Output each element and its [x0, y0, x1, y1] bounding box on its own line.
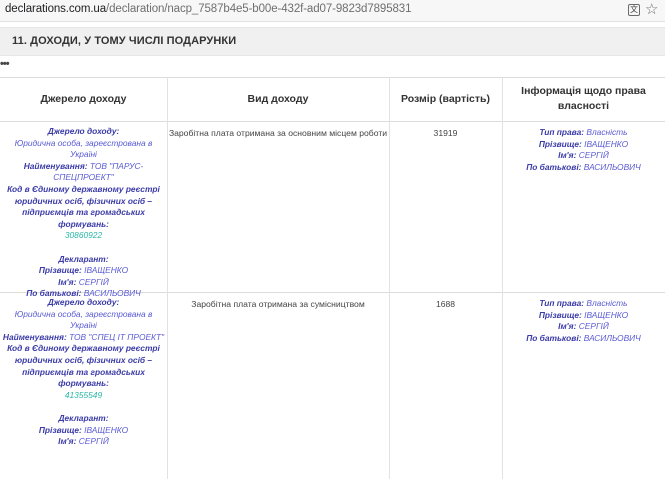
- label-owner-patronymic: По батькові:: [526, 332, 582, 343]
- table-row-1-amount: 31919: [433, 128, 458, 138]
- source-value: Юридична особа, зареєстрована в Україні: [14, 137, 153, 160]
- label-name: Найменування:: [2, 331, 67, 342]
- surname-value: ІВАЩЕНКО: [84, 265, 129, 276]
- url-text[interactable]: declarations.com.ua/declaration/nacp_758…: [5, 3, 412, 15]
- label-owner-first-name: Ім'я:: [558, 150, 577, 161]
- more-icon[interactable]: •••: [0, 58, 10, 70]
- owner-patronymic-value: ВАСИЛЬОВИЧ: [583, 161, 641, 172]
- table-row-2-source-cell: Джерело доходу: Юридична особа, зареєстр…: [2, 297, 165, 448]
- label-code: Код в Єдиному державному реєстрі юридичн…: [7, 343, 160, 389]
- table-row-1-source-cell: Джерело доходу: Юридична особа, зареєстр…: [2, 126, 165, 300]
- owner-surname-value: ІВАЩЕНКО: [584, 309, 629, 320]
- table-row-1-ownership-cell: Тип права: Власність Прізвище: ІВАЩЕНКО …: [502, 127, 665, 173]
- table-row-1-income-type: Заробітна плата отримана за основним міс…: [168, 128, 388, 138]
- first-name-value: СЕРГІЙ: [78, 276, 109, 287]
- header-bottom-border: [0, 121, 665, 122]
- label-source: Джерело доходу:: [47, 126, 120, 136]
- label-surname: Прізвище:: [38, 424, 82, 435]
- income-table: Джерело доходу Вид доходу Розмір (вартіс…: [0, 77, 665, 479]
- label-owner-surname: Прізвище:: [538, 309, 582, 320]
- label-right-type: Тип права:: [539, 298, 585, 308]
- label-right-type: Тип права:: [539, 127, 585, 137]
- source-value: Юридична особа, зареєстрована в Україні: [14, 308, 153, 331]
- name-value: ТОВ "СПЕЦ ІТ ПРОЕКТ": [69, 331, 165, 342]
- code-value[interactable]: 30860922: [2, 230, 165, 242]
- header-ownership: Інформація щодо права власності: [521, 85, 646, 112]
- owner-patronymic-value: ВАСИЛЬОВИЧ: [583, 332, 641, 343]
- label-owner-patronymic: По батькові:: [526, 161, 582, 172]
- url-domain: declarations.com.ua: [5, 3, 107, 15]
- label-name: Найменування:: [23, 160, 88, 171]
- table-row-2-amount: 1688: [435, 299, 456, 309]
- label-surname: Прізвище:: [38, 265, 82, 276]
- table-row-2-ownership-cell: Тип права: Власність Прізвище: ІВАЩЕНКО …: [502, 298, 665, 344]
- owner-first-name-value: СЕРГІЙ: [578, 150, 609, 161]
- right-type-value: Власність: [586, 298, 628, 308]
- address-bar[interactable]: declarations.com.ua/declaration/nacp_758…: [0, 0, 665, 22]
- label-first-name: Ім'я:: [58, 276, 77, 287]
- translate-icon[interactable]: 文: [628, 4, 640, 16]
- table-row-2-income-type: Заробітна плата отримана за сумісництвом: [191, 299, 365, 309]
- label-first-name: Ім'я:: [58, 436, 77, 447]
- label-declarant: Декларант:: [58, 412, 109, 423]
- owner-surname-value: ІВАЩЕНКО: [584, 138, 629, 149]
- section-title: 11. ДОХОДИ, У ТОМУ ЧИСЛІ ПОДАРУНКИ: [12, 35, 237, 47]
- label-source: Джерело доходу:: [47, 297, 120, 307]
- label-owner-surname: Прізвище:: [538, 138, 582, 149]
- label-owner-first-name: Ім'я:: [558, 321, 577, 332]
- header-income-type: Вид доходу: [247, 92, 309, 105]
- owner-first-name-value: СЕРГІЙ: [578, 321, 609, 332]
- label-declarant: Декларант:: [58, 253, 109, 264]
- header-amount: Розмір (вартість): [401, 92, 490, 105]
- star-icon[interactable]: ☆: [645, 1, 658, 19]
- surname-value: ІВАЩЕНКО: [84, 424, 129, 435]
- first-name-value: СЕРГІЙ: [78, 436, 109, 447]
- header-source: Джерело доходу: [40, 92, 127, 105]
- section-header: 11. ДОХОДИ, У ТОМУ ЧИСЛІ ПОДАРУНКИ: [0, 27, 665, 56]
- right-type-value: Власність: [586, 127, 628, 137]
- code-value[interactable]: 41355549: [2, 390, 165, 402]
- label-code: Код в Єдиному державному реєстрі юридичн…: [7, 183, 160, 229]
- url-path: /declaration/nacp_7587b4e5-b00e-432f-ad0…: [106, 3, 412, 15]
